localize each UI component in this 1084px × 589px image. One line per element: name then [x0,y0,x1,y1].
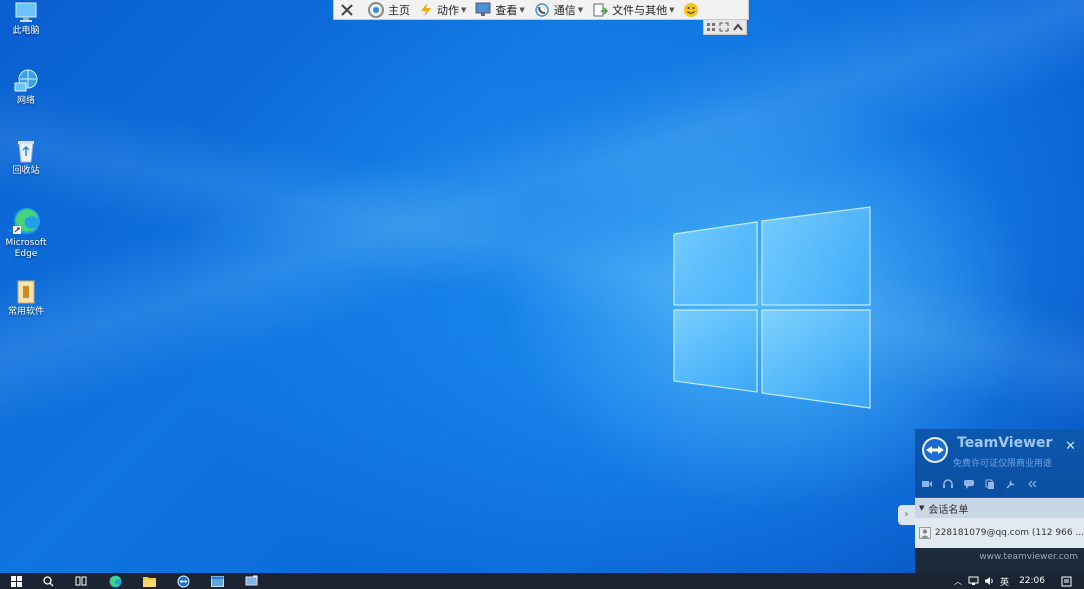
clock-time[interactable]: 22:06 [1019,576,1045,586]
network-icon [14,69,38,92]
recycle-bin-icon [18,141,34,163]
taskbar-edge[interactable] [98,573,132,589]
close-icon [341,3,353,16]
desktop-icon-label: 此电脑 [12,26,40,36]
logo-pane [673,309,758,393]
network-status-icon[interactable] [968,576,979,586]
desktop-icon-label: 回收站 [12,166,40,176]
toolbar-mini-controls [703,20,747,35]
user-icon [919,527,931,539]
chevron-down-icon: ▼ [461,5,467,14]
headset-icon[interactable] [942,479,954,489]
system-tray: ︿ 英 22:06 [948,573,1084,589]
task-view-icon [75,576,87,586]
taskbar-app[interactable] [234,573,268,589]
chevron-down-icon: ▼ [519,5,525,14]
file-transfer-icon [593,3,609,16]
search-icon [42,575,53,586]
teamviewer-logo-icon [922,437,948,463]
taskbar-app[interactable] [200,573,234,589]
volume-icon[interactable] [984,576,995,586]
session-list-label: 会话名单 [928,504,969,516]
home-icon [368,1,384,18]
desktop-icon-network[interactable]: 网络 [4,68,48,107]
toolbar-communicate-label: 通信 [553,3,576,17]
desktop-icon-label: 常用软件 [7,307,44,317]
toolbar-feedback-button[interactable] [679,0,706,20]
toolbar-home-label: 主页 [388,3,410,17]
chevron-down-icon: ▼ [669,5,675,14]
lightning-icon [421,2,431,17]
edge-icon [13,208,40,234]
chevron-down-icon: ▼ [577,5,584,14]
taskbar-teamviewer[interactable] [166,573,200,589]
teamviewer-license-text: 免费许可证仅限商业用途 [953,459,1053,469]
teamviewer-header: TeamViewer 免费许可证仅限商业用途 ✕ [915,429,1084,498]
video-icon[interactable] [921,479,933,489]
edge-icon [109,575,121,587]
desktop-icon-common-software[interactable]: 常用软件 [4,279,48,318]
remote-desktop-icon [245,575,257,586]
fullscreen-icon[interactable] [719,22,729,32]
smiley-icon [683,2,698,17]
toolbar-actions-menu[interactable]: 动作 ▼ [414,0,470,20]
remote-toolbar: 主页 动作 ▼ 查看 ▼ 通信 ▼ 文件与其他 ▼ [333,0,749,20]
chevron-up-icon[interactable]: ︿ [954,576,962,587]
chevron-up-icon[interactable] [732,22,744,32]
chat-icon[interactable] [963,479,975,489]
logo-pane [761,309,871,409]
folder-icon [142,576,156,587]
toolbar-view-menu[interactable]: 查看 ▼ [470,0,528,20]
start-button[interactable] [0,573,32,589]
toolbar-actions-label: 动作 [437,3,459,17]
toolbar-communicate-menu[interactable]: 通信 ▼ [529,0,587,20]
teamviewer-panel: TeamViewer 免费许可证仅限商业用途 ✕ ▼ 会话名单 22818107… [915,429,1084,573]
desktop-icon-label: 网络 [16,96,35,106]
chevron-down-icon: ▼ [919,504,925,512]
session-list-header[interactable]: ▼ 会话名单 [915,498,1084,518]
desktop-icon-label: Microsoft Edge [5,238,47,259]
desktop-icon-this-pc[interactable]: 此电脑 [4,2,48,37]
teamviewer-icon [177,575,189,587]
windows-start-icon [10,575,22,587]
toolbar-files-label: 文件与其他 [612,3,668,17]
this-pc-icon [15,2,37,22]
taskbar: ︿ 英 22:06 [0,573,1084,589]
toolbar-home-button[interactable]: 主页 [363,0,414,20]
ime-indicator[interactable]: 英 [1000,575,1009,588]
desktop-icon-edge[interactable]: Microsoft Edge [4,206,48,260]
search-button[interactable] [32,573,64,589]
monitor-icon [475,2,491,16]
phone-icon [535,2,549,17]
toolbar-view-label: 查看 [495,3,518,17]
collapse-icon[interactable] [1026,479,1038,489]
wrench-icon[interactable] [1005,479,1017,489]
logo-pane [673,221,758,306]
taskbar-file-explorer[interactable] [132,573,166,589]
window-icon [210,575,224,587]
task-view-button[interactable] [64,573,98,589]
session-contact-label: 228181079@qq.com (112 966 ... [934,528,1084,538]
folder-icon [17,280,35,304]
panel-expand-handle[interactable]: › [898,505,915,525]
grid-icon[interactable] [706,22,716,32]
logo-pane [761,206,871,306]
teamviewer-title: TeamViewer [957,435,1053,451]
teamviewer-actions [915,475,1084,493]
notifications-icon[interactable] [1061,576,1072,587]
files-icon[interactable] [984,479,996,489]
close-session-button[interactable] [334,0,363,20]
desktop-icon-recycle-bin[interactable]: 回收站 [4,138,48,177]
session-contact-row[interactable]: 228181079@qq.com (112 966 ... [915,518,1084,548]
teamviewer-website-link[interactable]: www.teamviewer.com [915,548,1084,573]
toolbar-files-menu[interactable]: 文件与其他 ▼ [587,0,678,20]
panel-close-button[interactable]: ✕ [1065,439,1076,454]
